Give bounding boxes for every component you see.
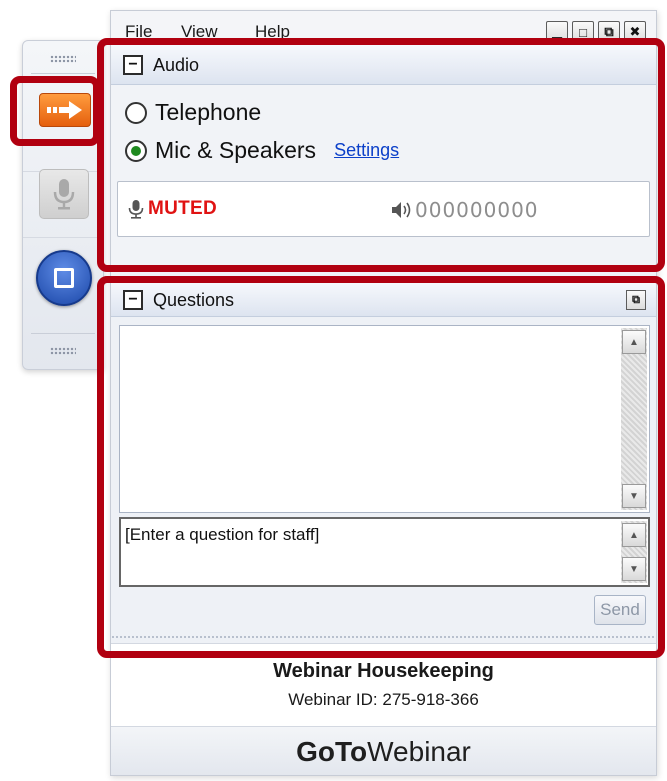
menu-bar: File View Help ▁ □ ⧉ ✖ bbox=[111, 11, 656, 45]
brand-bar: GoToWebinar bbox=[111, 727, 656, 775]
control-panel-grabtab[interactable] bbox=[22, 40, 104, 370]
gotowebinar-logo: GoToWebinar bbox=[111, 736, 656, 768]
close-icon[interactable]: ✖ bbox=[624, 21, 646, 43]
stop-square-icon bbox=[54, 268, 74, 288]
stop-screen-button[interactable] bbox=[36, 250, 92, 306]
mic-status: MUTED bbox=[128, 198, 217, 220]
arrow-right-icon bbox=[47, 101, 82, 119]
scroll-up-icon[interactable]: ▲ bbox=[622, 330, 646, 354]
audio-status-box: MUTED 000000000 bbox=[117, 181, 650, 237]
microphone-icon bbox=[128, 200, 144, 219]
divider bbox=[31, 73, 95, 74]
divider bbox=[31, 333, 95, 334]
logo-bold-text: GoTo bbox=[296, 736, 368, 767]
window-controls: ▁ □ ⧉ ✖ bbox=[546, 21, 646, 43]
restore-icon[interactable]: ⧉ bbox=[598, 21, 620, 43]
mic-speakers-option[interactable]: Mic & Speakers Settings bbox=[125, 137, 399, 164]
radio-selected-dot bbox=[131, 145, 141, 156]
webinar-info: Webinar Housekeeping Webinar ID: 275-918… bbox=[111, 643, 656, 727]
send-button[interactable]: Send bbox=[594, 595, 646, 625]
menu-view[interactable]: View bbox=[181, 22, 218, 42]
question-input[interactable]: [Enter a question for staff] ▲ ▼ bbox=[119, 517, 650, 587]
questions-panel-title: Questions bbox=[153, 290, 235, 310]
audio-panel-title: Audio bbox=[153, 55, 200, 75]
webinar-id: Webinar ID: 275-918-366 bbox=[288, 690, 479, 709]
grab-handle-top[interactable] bbox=[23, 47, 103, 71]
webinar-control-panel: File View Help ▁ □ ⧉ ✖ − Audio Telephone… bbox=[110, 10, 657, 776]
audio-panel-header: − Audio bbox=[111, 45, 656, 85]
telephone-option[interactable]: Telephone bbox=[125, 99, 261, 126]
logo-light-text: Webinar bbox=[367, 736, 471, 767]
speaker-volume-meter: 000000000 bbox=[390, 198, 539, 222]
question-input-text[interactable]: [Enter a question for staff] bbox=[125, 525, 319, 545]
scroll-down-icon[interactable]: ▼ bbox=[622, 557, 646, 581]
grab-handle-bottom[interactable] bbox=[23, 339, 103, 363]
maximize-icon[interactable]: □ bbox=[572, 21, 594, 43]
questions-panel: − Questions ⧉ ▲ ▼ [Enter a question for … bbox=[111, 283, 656, 643]
menu-file[interactable]: File bbox=[125, 22, 152, 42]
resize-grip[interactable] bbox=[111, 635, 656, 639]
audio-settings-link[interactable]: Settings bbox=[334, 140, 399, 161]
minimize-icon[interactable]: ▁ bbox=[546, 21, 568, 43]
volume-level-indicator: 000000000 bbox=[415, 198, 539, 222]
audio-panel: − Audio Telephone Mic & Speakers Setting… bbox=[111, 45, 656, 285]
divider bbox=[23, 237, 103, 238]
collapse-icon[interactable]: − bbox=[123, 55, 143, 75]
questions-log-scrollbar[interactable]: ▲ ▼ bbox=[621, 328, 647, 510]
muted-label: MUTED bbox=[148, 198, 218, 219]
mic-speakers-radio[interactable] bbox=[125, 139, 147, 162]
mic-mute-button[interactable] bbox=[39, 169, 89, 219]
popout-icon[interactable]: ⧉ bbox=[626, 290, 646, 310]
microphone-icon bbox=[53, 179, 75, 210]
menu-help[interactable]: Help bbox=[255, 22, 290, 42]
show-hide-panel-button[interactable] bbox=[39, 93, 91, 127]
scroll-down-icon[interactable]: ▼ bbox=[622, 484, 646, 508]
questions-panel-header: − Questions ⧉ bbox=[111, 283, 656, 317]
question-input-scrollbar[interactable]: ▲ ▼ bbox=[621, 521, 647, 583]
collapse-icon[interactable]: − bbox=[123, 290, 143, 310]
telephone-radio[interactable] bbox=[125, 101, 147, 124]
questions-log[interactable]: ▲ ▼ bbox=[119, 325, 650, 513]
mic-speakers-label: Mic & Speakers bbox=[155, 137, 317, 163]
telephone-label: Telephone bbox=[155, 99, 262, 125]
scroll-up-icon[interactable]: ▲ bbox=[622, 523, 646, 547]
speaker-icon bbox=[392, 202, 411, 218]
webinar-title: Webinar Housekeeping bbox=[273, 660, 494, 682]
